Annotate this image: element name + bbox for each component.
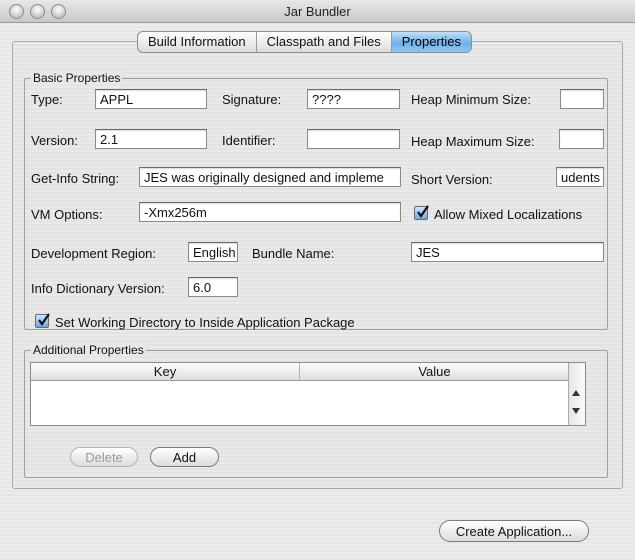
tab-classpath-and-files[interactable]: Classpath and Files <box>257 32 392 52</box>
heap-minimum-size-label: Heap Minimum Size: <box>411 92 531 107</box>
get-info-string-field[interactable]: JES was originally designed and impleme <box>139 167 401 187</box>
info-dictionary-version-label: Info Dictionary Version: <box>31 281 165 296</box>
add-button[interactable]: Add <box>150 447 219 467</box>
title-bar: Jar Bundler <box>0 0 635 23</box>
tab-properties[interactable]: Properties <box>391 32 471 52</box>
set-working-directory-checkbox[interactable] <box>35 313 50 328</box>
heap-maximum-size-field[interactable] <box>559 129 604 149</box>
identifier-field[interactable] <box>307 129 400 149</box>
key-column-header[interactable]: Key <box>31 363 300 381</box>
vm-options-label: VM Options: <box>31 207 103 222</box>
checkmark-icon <box>417 205 429 218</box>
set-working-directory-label: Set Working Directory to Inside Applicat… <box>55 315 355 330</box>
additional-properties-legend: Additional Properties <box>31 343 146 357</box>
version-label: Version: <box>31 133 78 148</box>
scroll-up-icon[interactable] <box>572 390 580 396</box>
scroll-down-icon[interactable] <box>572 408 580 414</box>
heap-minimum-size-field[interactable] <box>560 89 604 109</box>
signature-label: Signature: <box>222 92 282 107</box>
vm-options-field[interactable]: -Xmx256m <box>139 202 401 222</box>
allow-mixed-localizations-label: Allow Mixed Localizations <box>434 207 583 222</box>
properties-table[interactable]: Key Value <box>30 362 586 426</box>
signature-field[interactable]: ???? <box>307 89 400 109</box>
tab-build-information[interactable]: Build Information <box>138 32 257 52</box>
create-application-button[interactable]: Create Application... <box>439 520 589 542</box>
type-label: Type: <box>31 92 63 107</box>
jar-bundler-window: Jar Bundler Build Information Classpath … <box>0 0 635 560</box>
bundle-name-label: Bundle Name: <box>252 246 335 261</box>
checkmark-icon <box>38 313 50 326</box>
heap-maximum-size-label: Heap Maximum Size: <box>411 134 535 149</box>
development-region-field[interactable]: English <box>188 242 238 262</box>
value-column-header[interactable]: Value <box>300 363 570 381</box>
table-scrollbar[interactable] <box>568 363 585 425</box>
development-region-label: Development Region: <box>31 246 157 261</box>
short-version-label: Short Version: <box>411 172 493 187</box>
basic-properties-legend: Basic Properties <box>31 71 123 85</box>
bundle-name-field[interactable]: JES <box>411 242 604 262</box>
type-field[interactable]: APPL <box>95 89 207 109</box>
window-title: Jar Bundler <box>284 4 351 19</box>
identifier-label: Identifier: <box>222 133 276 148</box>
delete-button[interactable]: Delete <box>70 447 138 467</box>
tab-bar: Build Information Classpath and Files Pr… <box>137 31 472 53</box>
allow-mixed-localizations-checkbox[interactable] <box>414 205 429 220</box>
info-dictionary-version-field[interactable]: 6.0 <box>188 277 238 297</box>
version-field[interactable]: 2.1 <box>95 129 207 149</box>
get-info-string-label: Get-Info String: <box>31 171 120 186</box>
short-version-field[interactable]: udents <box>556 167 604 187</box>
